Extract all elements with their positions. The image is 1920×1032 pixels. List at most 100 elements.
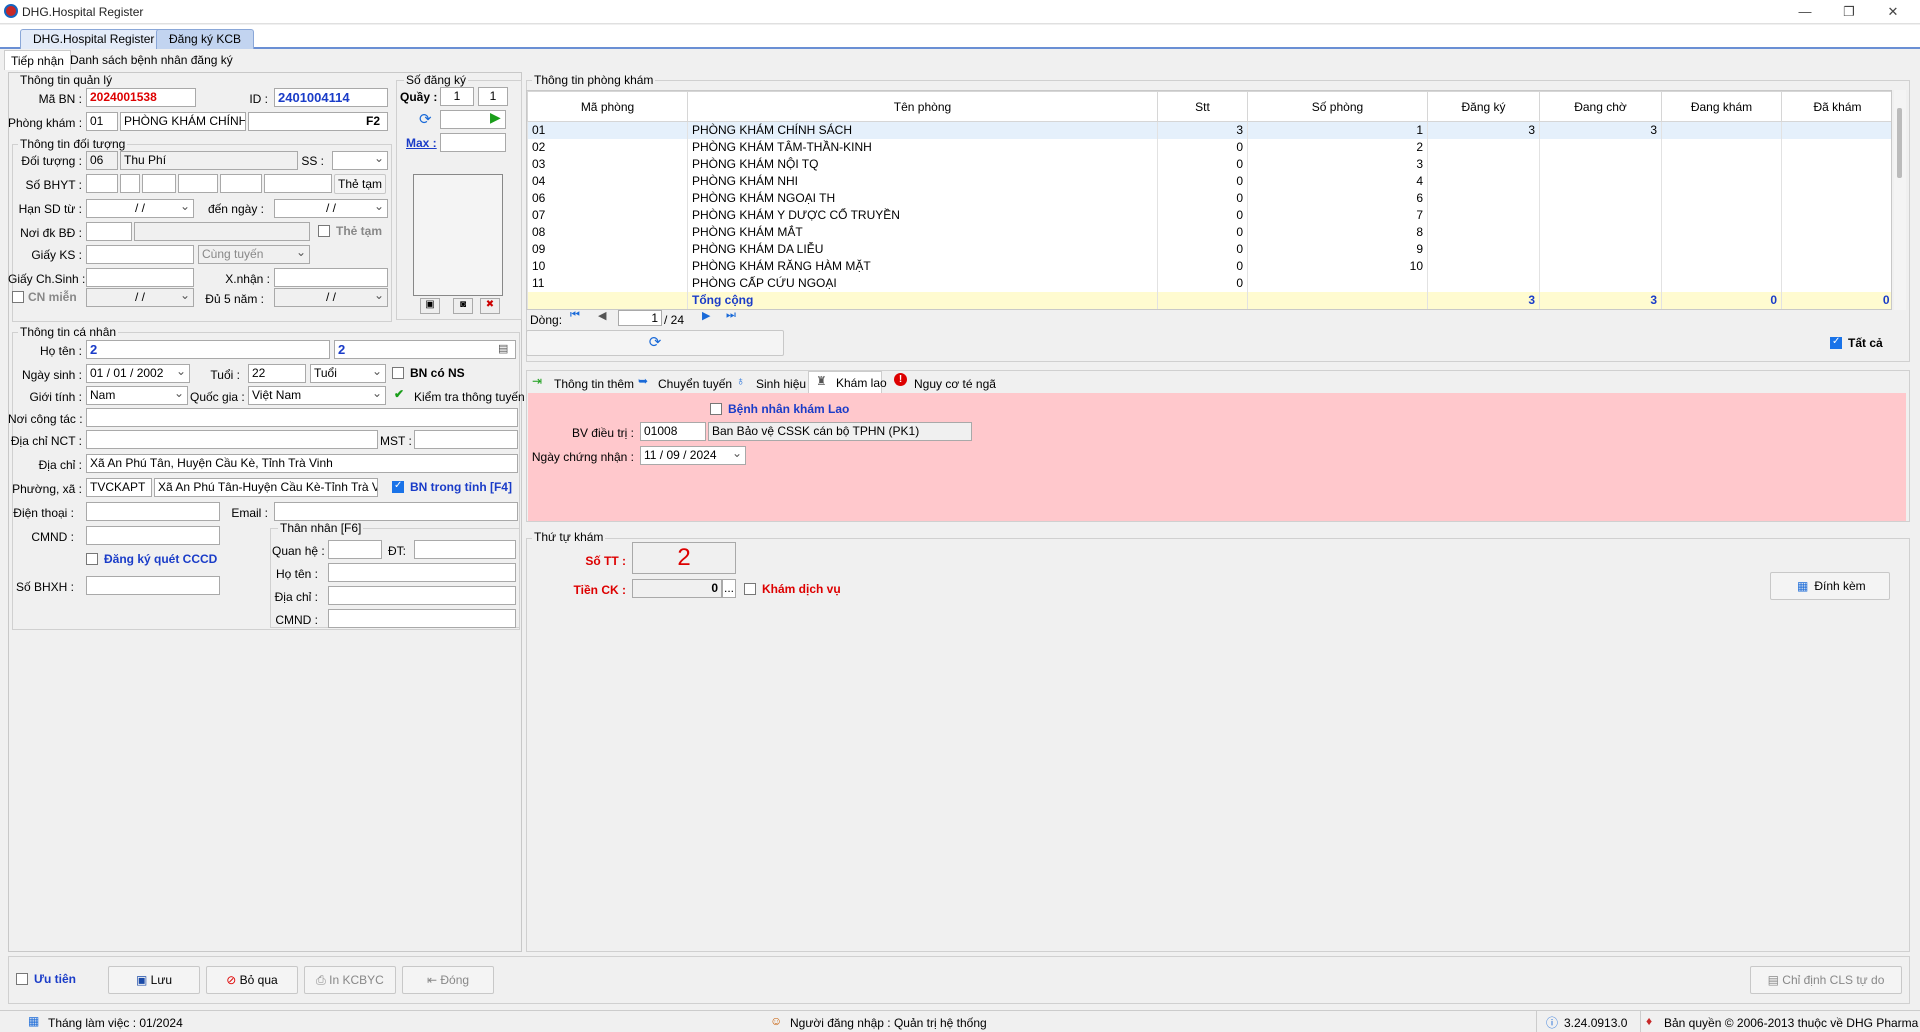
dia-chi-nct-field[interactable] <box>86 430 378 449</box>
column-header[interactable]: Tên phòng <box>687 91 1158 122</box>
xnhan-field[interactable] <box>274 268 388 287</box>
column-header[interactable]: Stt <box>1157 91 1248 122</box>
luu-button[interactable]: ▣ Lưu <box>108 966 200 994</box>
phong-kham-name[interactable]: PHÒNG KHÁM CHÍNH S <box>120 112 246 131</box>
kiem-tra-button[interactable]: Kiểm tra thông tuyến <box>414 390 525 404</box>
cn-mien-date[interactable]: / / <box>86 288 194 307</box>
play-icon[interactable]: ▶ <box>490 109 501 126</box>
bhyt-part-4[interactable] <box>178 174 218 193</box>
max-field[interactable] <box>440 133 506 152</box>
bhyt-part-5[interactable] <box>220 174 262 193</box>
cmnd-field[interactable] <box>86 526 220 545</box>
user-photo-icon[interactable]: ◙ <box>453 298 473 314</box>
tab-nguy-co[interactable]: Nguy cơ té ngã <box>914 377 996 391</box>
tat-ca-checkbox[interactable] <box>1830 336 1842 349</box>
email-field[interactable] <box>274 502 518 521</box>
phuong-xa-code[interactable]: TVCKAPT <box>86 478 152 497</box>
dong-button[interactable]: ⇤ Đóng <box>402 966 494 994</box>
tab-thong-tin-them[interactable]: Thông tin thêm <box>554 377 634 391</box>
the-tam-button[interactable]: Thẻ tạm <box>334 174 386 194</box>
bn-trong-tinh-checkbox[interactable] <box>392 480 404 493</box>
tab-danh-sach[interactable]: Danh sách bệnh nhân đăng ký <box>64 50 239 70</box>
so-bhxh-field[interactable] <box>86 576 220 595</box>
table-scrollbar[interactable] <box>1894 90 1906 310</box>
minimize-icon[interactable]: — <box>1790 2 1820 22</box>
column-header[interactable]: Đăng ký <box>1427 91 1540 122</box>
last-page-icon[interactable]: ⏭ <box>726 309 736 322</box>
table-row[interactable]: 02 PHÒNG KHÁM TÂM-THẦN-KINH 0 2 <box>527 138 1891 156</box>
quay-field-2[interactable]: 1 <box>478 87 508 106</box>
id-field[interactable]: 2401004114 <box>274 88 388 107</box>
table-row[interactable]: 09 PHÒNG KHÁM DA LIỄU 0 9 <box>527 240 1891 258</box>
table-row[interactable]: 07 PHÒNG KHÁM Y DƯỢC CỔ TRUYỀN 0 7 <box>527 206 1891 224</box>
tuoi-field[interactable]: 22 <box>248 364 306 383</box>
bhyt-part-1[interactable] <box>86 174 118 193</box>
du5nam-date[interactable]: / / <box>274 288 388 307</box>
bv-dieu-tri-name[interactable]: Ban Bảo vệ CSSK cán bộ TPHN (PK1) <box>708 422 972 441</box>
dien-thoai-field[interactable] <box>86 502 220 521</box>
tn-ho-ten-field[interactable] <box>328 563 516 582</box>
ngay-sinh-field[interactable]: 01 / 01 / 2002 <box>86 364 190 383</box>
quoc-gia-select[interactable]: Việt Nam <box>248 386 386 405</box>
bhyt-part-2[interactable] <box>120 174 140 193</box>
ho-ten-field-2[interactable]: 2 <box>334 340 516 359</box>
tab-dang-ky-kcb[interactable]: Đăng ký KCB <box>156 29 255 49</box>
dt-field[interactable] <box>414 540 516 559</box>
bn-kham-lao-checkbox[interactable] <box>710 403 722 415</box>
max-link[interactable]: Max : <box>406 136 437 150</box>
bv-dieu-tri-code[interactable]: 01008 <box>640 422 706 441</box>
cn-mien-checkbox[interactable] <box>12 291 24 303</box>
column-header[interactable]: Đang khám <box>1661 91 1782 122</box>
quan-he-field[interactable] <box>328 540 382 559</box>
refresh-icon[interactable]: ⟳ <box>419 110 439 128</box>
tab-sinh-hieu[interactable]: Sinh hiệu <box>756 377 806 391</box>
maximize-icon[interactable]: ❐ <box>1834 2 1864 22</box>
noi-dk-name[interactable] <box>134 222 310 241</box>
table-row[interactable]: 04 PHÒNG KHÁM NHI 0 4 <box>527 172 1891 190</box>
tn-dia-chi-field[interactable] <box>328 586 516 605</box>
table-row[interactable]: 10 PHÒNG KHÁM RĂNG HÀM MẶT 0 10 <box>527 257 1891 275</box>
close-icon[interactable]: ✕ <box>1878 2 1908 22</box>
tab-chuyen-tuyen[interactable]: Chuyển tuyến <box>658 377 732 391</box>
giay-chsinh-field[interactable] <box>86 268 194 287</box>
tab-kham-lao[interactable]: Khám lao <box>836 376 887 390</box>
bo-qua-button[interactable]: ⊘ Bỏ qua <box>206 966 298 994</box>
bn-co-ns-checkbox[interactable] <box>392 367 404 379</box>
keyboard-icon[interactable]: ▤ <box>498 342 508 355</box>
dk-quet-checkbox[interactable] <box>86 553 98 565</box>
ma-bn-field[interactable]: 2024001538 <box>86 88 196 107</box>
delete-photo-icon[interactable]: ✖ <box>480 298 500 314</box>
page-field[interactable]: 1 <box>618 310 662 326</box>
next-page-icon[interactable]: ▶ <box>702 309 710 322</box>
uu-tien-checkbox[interactable] <box>16 973 28 985</box>
first-page-icon[interactable]: ⏮ <box>570 309 580 322</box>
table-row[interactable]: 08 PHÒNG KHÁM MẮT 0 8 <box>527 223 1891 241</box>
cung-tuyen-select[interactable]: Cùng tuyến <box>198 245 310 264</box>
prev-page-icon[interactable]: ◀ <box>598 309 606 322</box>
dinh-kem-button[interactable]: ▦ Đính kèm <box>1770 572 1890 600</box>
mst-field[interactable] <box>414 430 518 449</box>
giay-ks-field[interactable] <box>86 245 194 264</box>
the-tam-checkbox[interactable] <box>318 225 330 237</box>
tien-ck-ellipsis-button[interactable]: ... <box>722 579 736 598</box>
phuong-xa-name[interactable]: Xã An Phú Tân-Huyện Cầu Kè-Tỉnh Trà Vinh <box>154 478 378 497</box>
tab-hospital-register[interactable]: DHG.Hospital Register <box>20 29 168 49</box>
column-header[interactable]: Số phòng <box>1247 91 1428 122</box>
kham-dv-checkbox[interactable] <box>744 583 756 595</box>
dia-chi-field[interactable]: Xã An Phú Tân, Huyện Cầu Kè, Tỉnh Trà Vi… <box>86 454 518 473</box>
bhyt-part-3[interactable] <box>142 174 176 193</box>
phong-kham-table[interactable]: Mã phòng Tên phòng Stt Số phòng Đăng ký Đang … <box>526 90 1892 310</box>
camera-icon[interactable]: ▣ <box>420 298 440 314</box>
table-row[interactable]: 11 PHÒNG CẤP CỨU NGOẠI 0 <box>527 274 1891 292</box>
ss-select[interactable] <box>332 151 388 170</box>
table-row[interactable]: 06 PHÒNG KHÁM NGOẠI TH 0 6 <box>527 189 1891 207</box>
refresh-button[interactable]: ⟳ <box>526 330 784 356</box>
gioi-tinh-select[interactable]: Nam <box>86 386 188 405</box>
ngay-cn-field[interactable]: 11 / 09 / 2024 <box>640 446 746 465</box>
in-kcbyc-button[interactable]: ⎙ In KCBYC <box>304 966 396 994</box>
han-sd-from[interactable]: / / <box>86 199 194 218</box>
table-row[interactable]: 03 PHÒNG KHÁM NỘI TQ 0 3 <box>527 155 1891 173</box>
tuoi-unit-select[interactable]: Tuổi <box>310 364 386 383</box>
ho-ten-field[interactable]: 2 <box>86 340 330 359</box>
phong-kham-code[interactable]: 01 <box>86 112 118 131</box>
